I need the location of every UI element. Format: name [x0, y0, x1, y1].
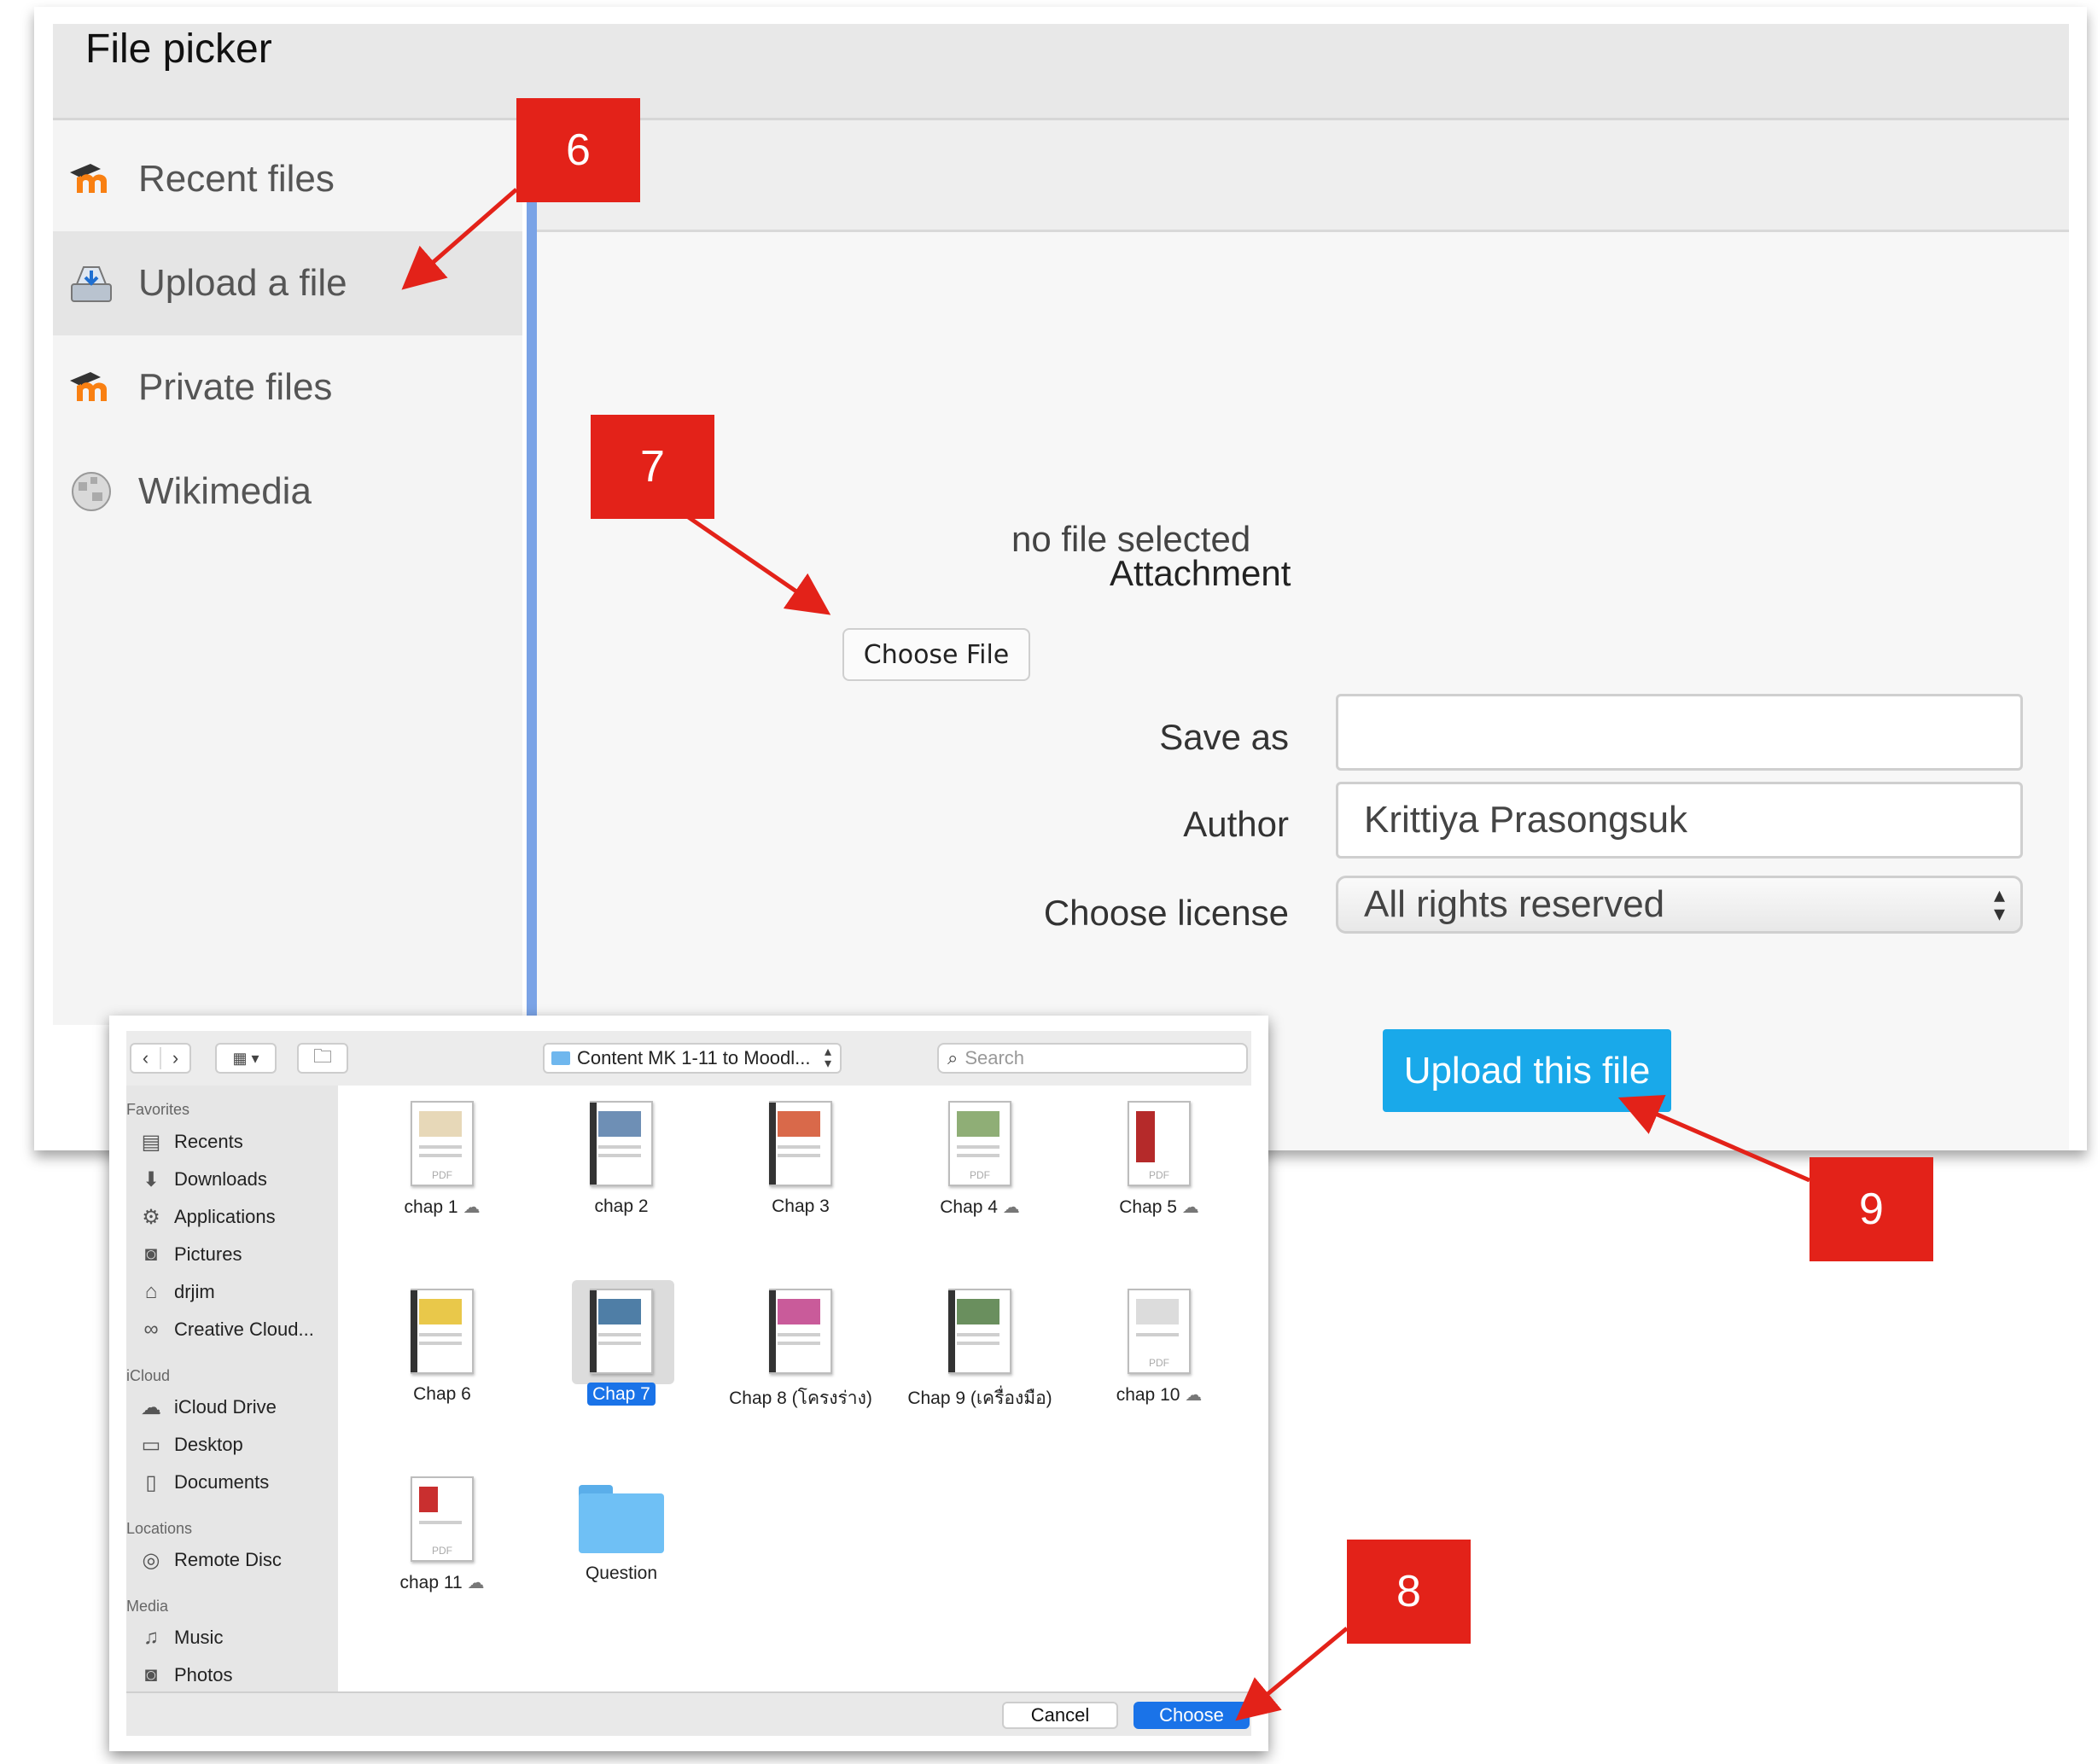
step-8-badge: 8 [1347, 1540, 1471, 1644]
annotation-arrows [401, 188, 1810, 1721]
step-6-badge: 6 [516, 98, 640, 202]
arrow-step-9 [1617, 1094, 1810, 1183]
arrow-step-8 [1235, 1627, 1349, 1721]
arrow-step-6 [401, 188, 518, 290]
step-9-badge: 9 [1810, 1157, 1933, 1261]
arrow-step-7 [685, 514, 831, 615]
step-7-badge: 7 [591, 415, 714, 519]
